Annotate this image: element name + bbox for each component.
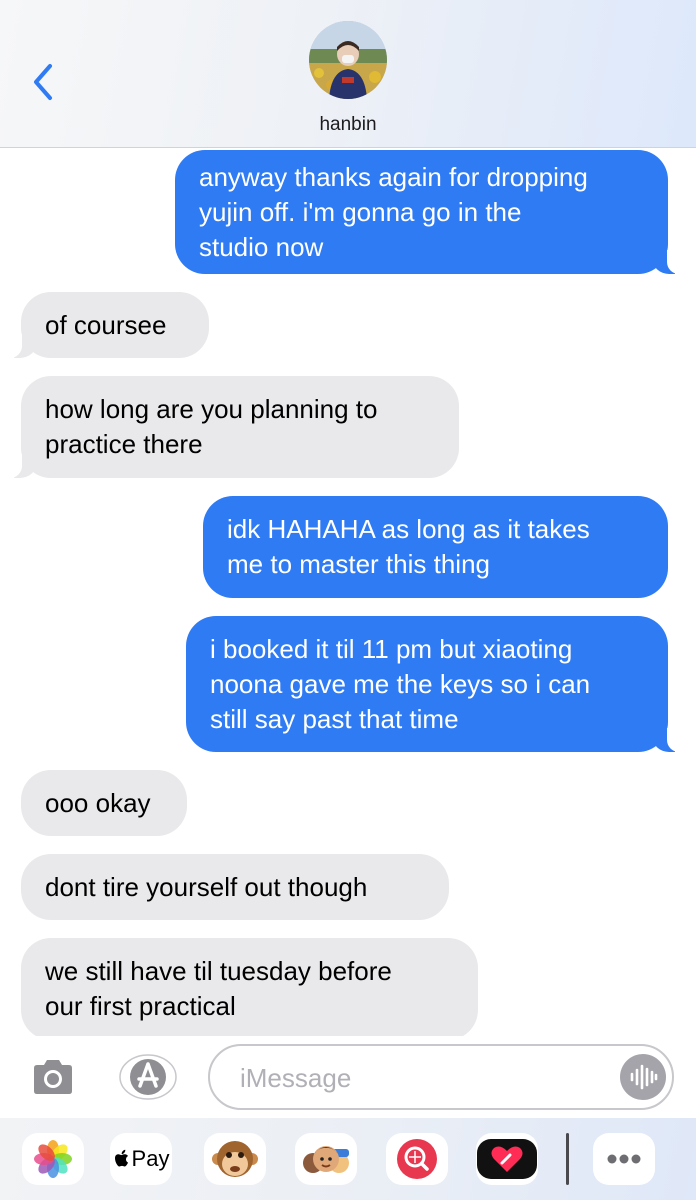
app-store-icon[interactable] [118,1054,178,1100]
apple-logo-icon [114,1149,128,1167]
message-line: we still have til tuesday before [45,956,392,986]
message-bubble-outgoing[interactable]: i booked it til 11 pm but xiaoting noona… [186,616,685,752]
message-line: ooo okay [45,787,151,818]
message-line: noona gave me the keys so i can [210,668,591,699]
message-bubble-incoming[interactable]: ooo okay [21,770,187,836]
contact-avatar[interactable] [309,21,387,99]
message-line: dont tire yourself out though [45,871,368,902]
message-line: me to master this thing [227,549,490,579]
contact-name[interactable]: hanbin [0,114,696,136]
conversation-header: hanbin [0,0,696,148]
message-thread[interactable]: anyway thanks again for dropping yujin o… [0,148,696,1036]
message-input-placeholder: iMessage [240,1063,352,1093]
photos-app-icon[interactable] [22,1133,84,1185]
apple-pay-label: Pay [131,1146,170,1171]
image-search-icon[interactable] [386,1133,448,1185]
message-line: idk HAHAHA as long as it takes [227,514,590,544]
message-line: how long are you planning to [45,394,378,424]
message-line: of coursee [45,309,167,340]
message-bubble-outgoing[interactable]: idk HAHAHA as long as it takes me to mas… [203,496,668,598]
message-bubble-incoming[interactable]: of coursee [4,292,209,358]
message-line: i booked it til 11 pm but xiaoting [210,633,573,664]
message-line: still say past that time [210,703,459,734]
message-line: practice there [45,429,203,459]
app-drawer-divider [566,1133,569,1185]
message-bubble-incoming[interactable]: how long are you planning to practice th… [4,376,459,478]
waveform-icon[interactable] [620,1054,666,1100]
animoji-monkey-icon[interactable] [204,1133,266,1185]
message-bubble-incoming[interactable]: dont tire yourself out though [21,854,449,920]
message-bubble-outgoing[interactable]: anyway thanks again for dropping yujin o… [175,150,685,274]
camera-icon[interactable] [30,1058,76,1096]
message-line: our first practical [45,991,236,1021]
apple-pay-icon[interactable]: Pay [110,1133,172,1185]
message-bubble-incoming[interactable]: we still have til tuesday before our fir… [21,938,478,1036]
more-apps-icon[interactable] [593,1133,655,1185]
message-line: studio now [199,231,324,262]
memoji-stickers-icon[interactable] [295,1133,357,1185]
message-line: yujin off. i'm gonna go in the [199,196,522,227]
chevron-left-icon[interactable] [28,60,62,104]
digital-touch-icon[interactable] [476,1133,538,1185]
message-line: anyway thanks again for dropping [199,161,588,192]
message-input[interactable]: iMessage [208,1044,674,1110]
